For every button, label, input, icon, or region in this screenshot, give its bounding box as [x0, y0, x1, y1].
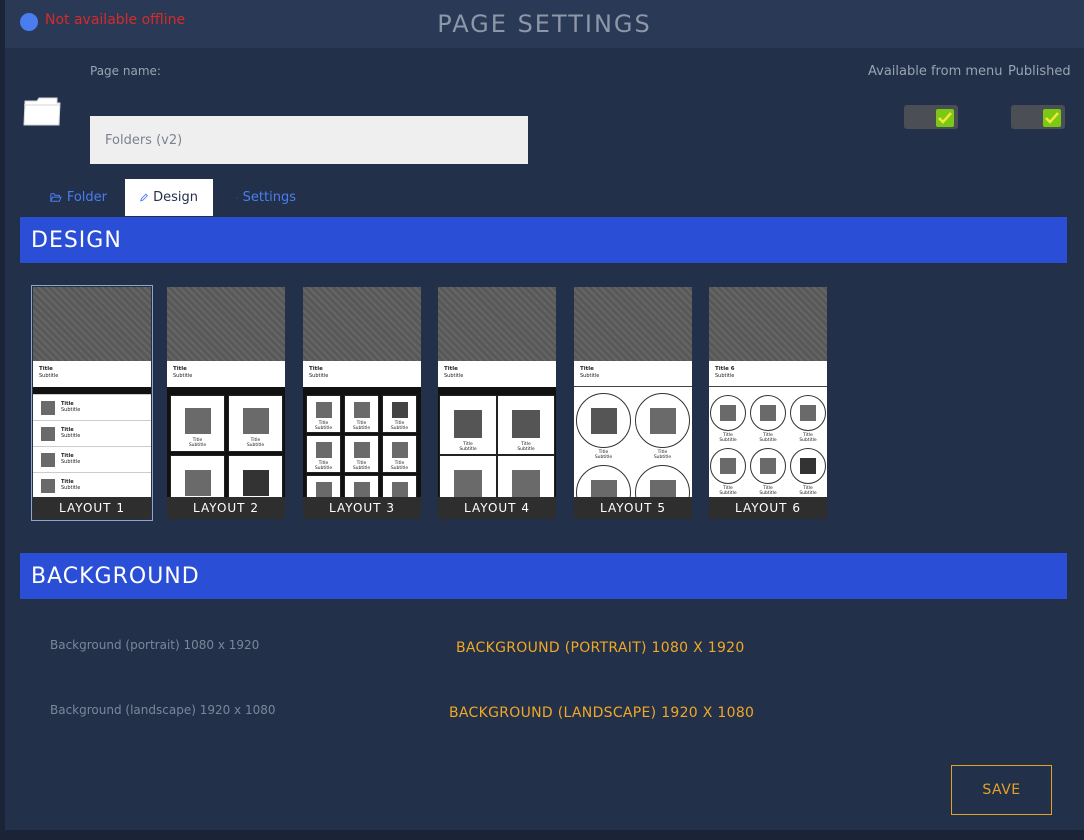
background-landscape-upload-button[interactable]: Background (landscape) 1920 x 1080 — [449, 705, 754, 721]
save-button[interactable]: SAVE — [951, 765, 1052, 815]
hero-image — [438, 287, 556, 361]
top-bar: Not available offline PAGE SETTINGS — [5, 0, 1084, 48]
grid-cell: Title Subtitle — [344, 395, 379, 433]
layout-label: LAYOUT 5 — [574, 497, 692, 519]
grid-cell: Title Subtitle — [306, 435, 341, 473]
published-toggle[interactable] — [1011, 105, 1065, 129]
preview-title-bar: Title Subtitle — [33, 361, 151, 387]
cell-caption: Title Subtitle — [799, 486, 817, 496]
background-portrait-upload-button[interactable]: Background (portrait) 1080 x 1920 — [456, 640, 745, 656]
grid-cell — [344, 475, 379, 497]
circle-cell — [576, 465, 631, 497]
tab-folder-label: Folder — [66, 190, 107, 205]
list-item: Title Subtitle — [33, 472, 151, 497]
hero-image — [303, 287, 421, 361]
circle-cell — [576, 393, 631, 448]
grid-cell — [306, 475, 341, 497]
design-section-header: DESIGN — [20, 217, 1067, 263]
tab-design-label: Design — [153, 190, 198, 205]
background-section-header: BACKGROUND — [20, 553, 1067, 599]
preview-title-bar: Title 6 Subtitle — [709, 361, 827, 387]
circle-cell — [790, 395, 826, 431]
background-portrait-label: Background (portrait) 1080 x 1920 — [50, 638, 260, 652]
grid-cell: Title Subtitle — [170, 395, 225, 452]
grid-cell: Title Subtitle — [228, 395, 283, 452]
layout-label: LAYOUT 3 — [303, 497, 421, 519]
tab-settings[interactable]: Settings — [221, 179, 311, 216]
grid-cell: Title Subtitle — [382, 395, 417, 433]
preview-title-bar: Title Subtitle — [303, 361, 421, 387]
available-from-menu-label: Available from menu — [868, 64, 1003, 79]
layout-option-4[interactable]: Title Subtitle Title Subtitle Title Subtitl… — [438, 287, 556, 519]
grid-cell — [228, 455, 283, 497]
published-label: Published — [1008, 64, 1071, 79]
preview-title-bar: Title Subtitle — [438, 361, 556, 387]
available-from-menu-toggle[interactable] — [904, 105, 958, 129]
tab-settings-label: Settings — [242, 190, 296, 205]
cell-caption: Title Subtitle — [594, 450, 613, 460]
circle-cell — [635, 393, 690, 448]
cogs-icon — [236, 196, 238, 199]
folder-icon — [23, 97, 61, 126]
cell-caption: Title Subtitle — [759, 486, 777, 496]
layout-preview: Title Subtitle Title Subtitle Title Subtitl… — [574, 287, 692, 497]
page-name-label: Page name: — [90, 64, 161, 78]
circle-cell — [750, 448, 786, 484]
grid-cell: Title Subtitle — [497, 395, 555, 455]
checkmark-icon — [936, 109, 954, 127]
cell-caption: Title Subtitle — [719, 433, 737, 443]
grid-cell — [170, 455, 225, 497]
preview-title-bar: Title Subtitle — [574, 361, 692, 387]
grid-cell: Title Subtitle — [439, 395, 497, 455]
list-item: Title Subtitle — [33, 446, 151, 472]
grid-cell — [497, 455, 555, 497]
grid-cell: Title Subtitle — [306, 395, 341, 433]
hero-image — [574, 287, 692, 361]
grid-cell: Title Subtitle — [344, 435, 379, 473]
divider — [33, 387, 151, 394]
layout-option-3[interactable]: Title Subtitle Title Subtitle Title Subtitl… — [303, 287, 421, 519]
checkmark-icon — [1043, 109, 1061, 127]
layout-label: LAYOUT 6 — [709, 497, 827, 519]
cell-caption: Title Subtitle — [653, 450, 672, 460]
layout-preview: Title Subtitle Title Subtitle Title Subtitl… — [303, 287, 421, 497]
cell-caption: Title Subtitle — [719, 486, 737, 496]
grid-cell — [382, 475, 417, 497]
hero-image — [709, 287, 827, 361]
folder-open-icon — [50, 193, 62, 202]
hero-image — [33, 287, 151, 361]
page-name-input[interactable] — [90, 116, 528, 164]
layout-preview: Title Subtitle Title Subtitle Title Subtitl… — [167, 287, 285, 497]
layout-option-1[interactable]: Title Subtitle Title Subtitle Title Subtitl… — [31, 285, 153, 521]
layout-preview: Title Subtitle Title Subtitle Title Subtitl… — [33, 287, 151, 497]
tab-folder[interactable]: Folder — [35, 179, 122, 216]
grid-cell — [439, 455, 497, 497]
layout-label: LAYOUT 1 — [33, 497, 151, 519]
circle-cell — [750, 395, 786, 431]
bottom-bar — [0, 830, 1084, 840]
circle-cell — [710, 395, 746, 431]
page-settings-panel: Not available offline PAGE SETTINGS Page… — [5, 0, 1084, 840]
cell-caption: Title Subtitle — [759, 433, 777, 443]
layout-preview: Title 6 Subtitle Title Subtitle Title Subti… — [709, 287, 827, 497]
list-item: Title Subtitle — [33, 394, 151, 420]
layout-label: LAYOUT 2 — [167, 497, 285, 519]
layout-option-6[interactable]: Title 6 Subtitle Title Subtitle Title Subti… — [709, 287, 827, 519]
layout-option-5[interactable]: Title Subtitle Title Subtitle Title Subtitl… — [574, 287, 692, 519]
cell-caption: Title Subtitle — [799, 433, 817, 443]
circle-cell — [790, 448, 826, 484]
layout-label: LAYOUT 4 — [438, 497, 556, 519]
circle-cell — [635, 465, 690, 497]
list-item: Title Subtitle — [33, 420, 151, 446]
grid-cell: Title Subtitle — [382, 435, 417, 473]
layout-option-2[interactable]: Title Subtitle Title Subtitle Title Subtitl… — [167, 287, 285, 519]
tab-design[interactable]: Design — [125, 179, 213, 216]
background-landscape-label: Background (landscape) 1920 x 1080 — [50, 703, 276, 717]
preview-title-bar: Title Subtitle — [167, 361, 285, 387]
page-title: PAGE SETTINGS — [437, 10, 652, 38]
circle-cell — [710, 448, 746, 484]
layout-preview: Title Subtitle Title Subtitle Title Subtitl… — [438, 287, 556, 497]
pencil-icon — [140, 193, 148, 202]
hero-image — [167, 287, 285, 361]
